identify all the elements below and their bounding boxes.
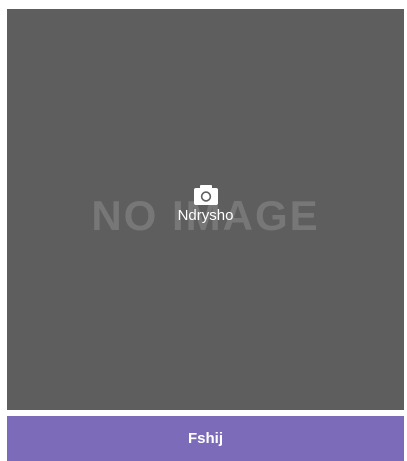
change-image-label: Ndrysho [177,207,234,224]
camera-icon [193,185,218,205]
delete-button[interactable]: Fshij [7,416,404,461]
image-upload-widget: NO IMAGE Ndrysho Fshij [0,0,407,461]
image-preview[interactable]: NO IMAGE Ndrysho [7,9,404,410]
change-image-button[interactable]: Ndrysho [7,185,404,225]
